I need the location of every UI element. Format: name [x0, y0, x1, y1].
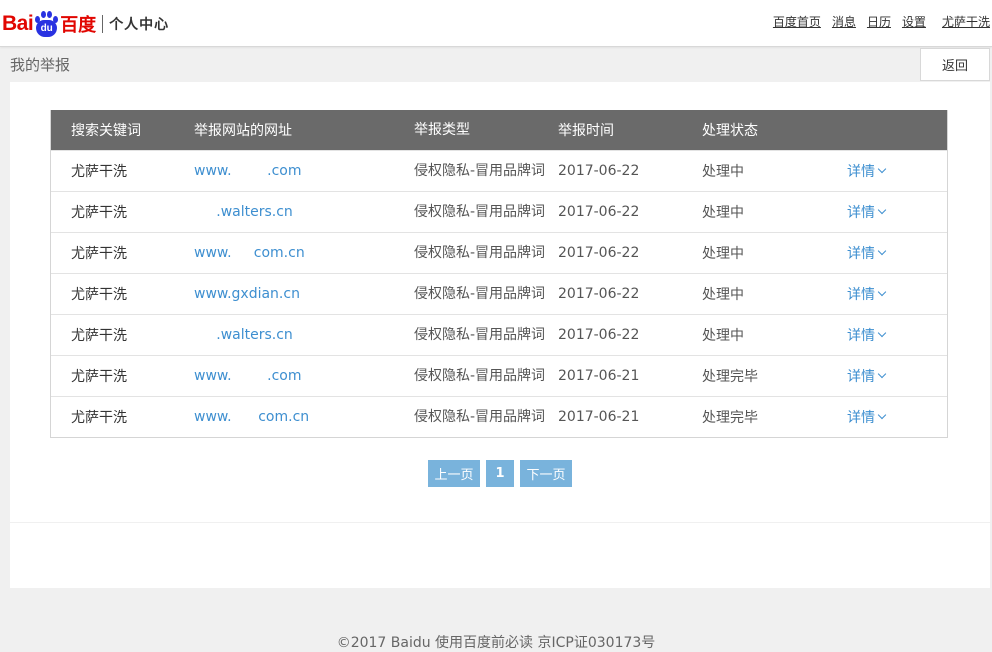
chevron-down-icon: [877, 369, 887, 379]
table-row: 尤萨干洗 www. .com 侵权隐私-冒用品牌词 2017-06-22 处理中…: [51, 150, 947, 191]
time-cell: 2017-06-22: [558, 245, 640, 261]
table-row: 尤萨干洗 .walters.cn 侵权隐私-冒用品牌词 2017-06-22 处…: [51, 314, 947, 355]
col-time-header: 举报时间: [558, 123, 614, 139]
type-cell: 侵权隐私-冒用品牌词: [414, 163, 546, 179]
nav-messages-link[interactable]: 消息: [832, 13, 856, 30]
col-status-header: 处理状态: [702, 123, 758, 139]
keyword-cell: 尤萨干洗: [71, 410, 127, 426]
top-nav: 百度首页 消息 日历 设置 尤萨干洗: [762, 13, 990, 30]
detail-label: 详情: [847, 410, 875, 426]
top-header: Bai du 百度 个人中心 百度首页 消息 日历 设置 尤萨干洗: [0, 0, 992, 47]
detail-toggle[interactable]: 详情: [847, 366, 887, 386]
col-url-header: 举报网站的网址: [194, 123, 292, 139]
keyword-cell: 尤萨干洗: [71, 287, 127, 303]
chevron-down-icon: [877, 410, 887, 420]
detail-label: 详情: [847, 369, 875, 385]
type-cell: 侵权隐私-冒用品牌词: [414, 245, 546, 261]
report-panel: 搜索关键词 举报网站的网址 举报类型 举报时间 处理状态 尤萨干洗 www. .…: [10, 82, 990, 522]
keyword-cell: 尤萨干洗: [71, 246, 127, 262]
detail-toggle[interactable]: 详情: [847, 325, 887, 345]
detail-label: 详情: [847, 164, 875, 180]
detail-label: 详情: [847, 287, 875, 303]
pagination: 上一页 1 下一页: [428, 460, 578, 487]
detail-toggle[interactable]: 详情: [847, 284, 887, 304]
url-link[interactable]: www. .com: [194, 163, 301, 179]
keyword-cell: 尤萨干洗: [71, 164, 127, 180]
paw-icon: du: [34, 10, 59, 38]
status-cell: 处理中: [702, 205, 744, 221]
type-cell: 侵权隐私-冒用品牌词: [414, 327, 546, 343]
logo-divider: [102, 15, 104, 33]
chevron-down-icon: [877, 328, 887, 338]
type-cell: 侵权隐私-冒用品牌词: [414, 409, 546, 425]
status-cell: 处理中: [702, 328, 744, 344]
chevron-down-icon: [877, 287, 887, 297]
keyword-cell: 尤萨干洗: [71, 328, 127, 344]
time-cell: 2017-06-22: [558, 204, 640, 220]
col-type-header: 举报类型: [414, 122, 470, 138]
detail-label: 详情: [847, 246, 875, 262]
status-cell: 处理中: [702, 246, 744, 262]
detail-toggle[interactable]: 详情: [847, 243, 887, 263]
time-cell: 2017-06-21: [558, 368, 640, 384]
nav-calendar-link[interactable]: 日历: [867, 13, 891, 30]
report-table: 搜索关键词 举报网站的网址 举报类型 举报时间 处理状态 尤萨干洗 www. .…: [50, 110, 948, 438]
footer-text: ©2017 Baidu 使用百度前必读 京ICP证030173号: [336, 635, 656, 651]
time-cell: 2017-06-22: [558, 163, 640, 179]
keyword-cell: 尤萨干洗: [71, 205, 127, 221]
url-link[interactable]: www. com.cn: [194, 409, 309, 425]
status-cell: 处理完毕: [702, 369, 758, 385]
detail-label: 详情: [847, 328, 875, 344]
table-row: 尤萨干洗 .walters.cn 侵权隐私-冒用品牌词 2017-06-22 处…: [51, 191, 947, 232]
keyword-cell: 尤萨干洗: [71, 369, 127, 385]
url-link[interactable]: www. com.cn: [194, 245, 305, 261]
empty-panel: [10, 523, 990, 588]
status-cell: 处理中: [702, 164, 744, 180]
user-name-link[interactable]: 尤萨干洗: [942, 13, 990, 30]
table-row: 尤萨干洗 www. com.cn 侵权隐私-冒用品牌词 2017-06-21 处…: [51, 396, 947, 437]
col-keyword-header: 搜索关键词: [71, 123, 141, 139]
url-link[interactable]: www.gxdian.cn: [194, 286, 300, 302]
nav-settings-link[interactable]: 设置: [902, 13, 926, 30]
status-cell: 处理中: [702, 287, 744, 303]
back-button[interactable]: 返回: [920, 48, 990, 81]
table-row: 尤萨干洗 www. com.cn 侵权隐私-冒用品牌词 2017-06-22 处…: [51, 232, 947, 273]
baidu-logo[interactable]: Bai du 百度 个人中心: [2, 9, 169, 39]
type-cell: 侵权隐私-冒用品牌词: [414, 368, 546, 384]
type-cell: 侵权隐私-冒用品牌词: [414, 204, 546, 220]
time-cell: 2017-06-21: [558, 409, 640, 425]
detail-toggle[interactable]: 详情: [847, 161, 887, 181]
section-title: 个人中心: [109, 17, 170, 33]
url-link[interactable]: .walters.cn: [194, 327, 293, 343]
detail-label: 详情: [847, 205, 875, 221]
chevron-down-icon: [877, 164, 887, 174]
next-page-button[interactable]: 下一页: [520, 460, 572, 487]
chevron-down-icon: [877, 246, 887, 256]
url-link[interactable]: .walters.cn: [194, 204, 293, 220]
status-cell: 处理完毕: [702, 410, 758, 426]
detail-toggle[interactable]: 详情: [847, 202, 887, 222]
type-cell: 侵权隐私-冒用品牌词: [414, 286, 546, 302]
prev-page-button[interactable]: 上一页: [428, 460, 480, 487]
time-cell: 2017-06-22: [558, 327, 640, 343]
time-cell: 2017-06-22: [558, 286, 640, 302]
detail-toggle[interactable]: 详情: [847, 407, 887, 427]
nav-home-link[interactable]: 百度首页: [773, 13, 821, 30]
table-row: 尤萨干洗 www.gxdian.cn 侵权隐私-冒用品牌词 2017-06-22…: [51, 273, 947, 314]
logo-du-text: du: [40, 22, 53, 34]
chevron-down-icon: [877, 205, 887, 215]
logo-bai-text: Bai: [2, 12, 34, 35]
table-header: 搜索关键词 举报网站的网址 举报类型 举报时间 处理状态: [51, 110, 947, 150]
logo-baidu-cn: 百度: [60, 15, 97, 36]
page-number-button[interactable]: 1: [486, 460, 514, 487]
table-row: 尤萨干洗 www. .com 侵权隐私-冒用品牌词 2017-06-21 处理完…: [51, 355, 947, 396]
page-title: 我的举报: [10, 56, 71, 74]
url-link[interactable]: www. .com: [194, 368, 301, 384]
